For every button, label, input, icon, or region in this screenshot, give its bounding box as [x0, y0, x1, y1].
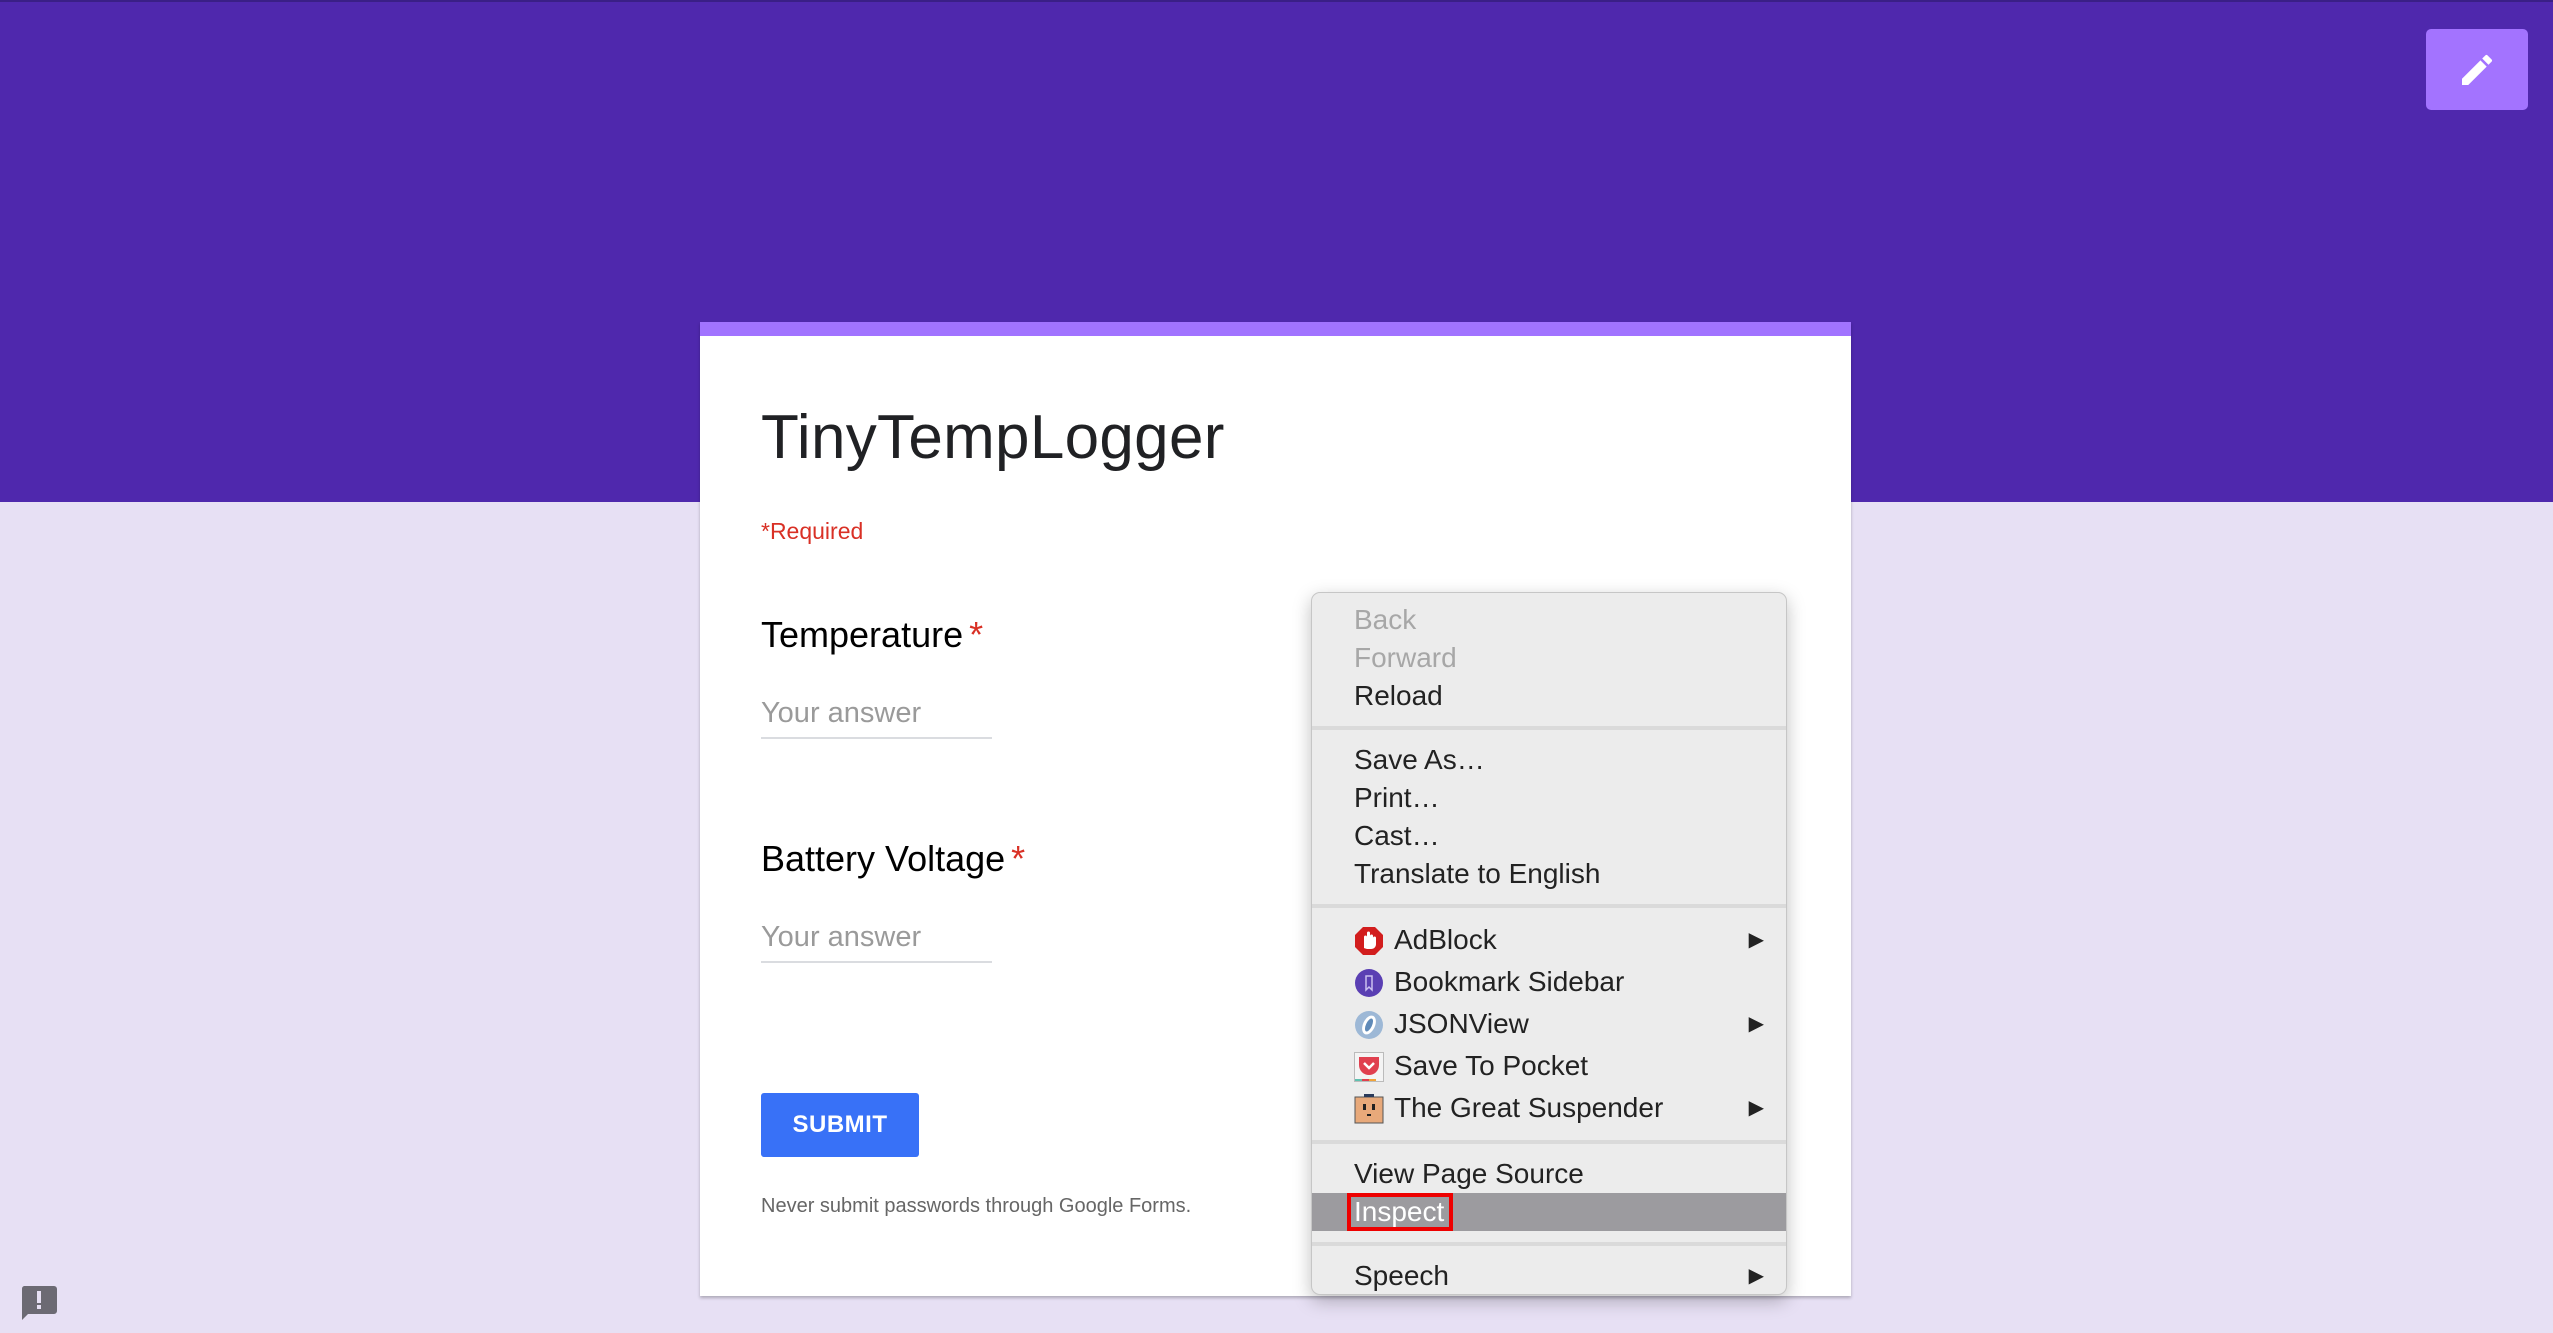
menu-separator	[1312, 726, 1786, 730]
submenu-arrow-icon: ▶	[1748, 1265, 1764, 1287]
context-menu: Back Forward Reload Save As… Print… Cast…	[1311, 592, 1787, 1295]
inspect-highlight-box: Inspect	[1347, 1193, 1454, 1231]
menu-item-cast[interactable]: Cast…	[1312, 817, 1786, 855]
question-label: Temperature	[761, 614, 964, 655]
question-temperature: Temperature *	[761, 614, 992, 739]
jsonview-icon	[1355, 1011, 1383, 1039]
menu-item-jsonview[interactable]: JSONView ▶	[1312, 1003, 1786, 1045]
submenu-arrow-icon: ▶	[1748, 929, 1764, 951]
menu-item-translate[interactable]: Translate to English	[1312, 855, 1786, 893]
menu-item-adblock[interactable]: AdBlock ▶	[1312, 919, 1786, 961]
required-asterisk: *	[1011, 838, 1026, 879]
question-label: Battery Voltage	[761, 838, 1006, 879]
pencil-icon	[2462, 54, 2493, 85]
menu-item-speech[interactable]: Speech ▶	[1312, 1257, 1786, 1295]
menu-item-reload[interactable]: Reload	[1312, 677, 1786, 715]
required-asterisk: *	[969, 614, 984, 655]
required-note: *Required	[761, 518, 864, 544]
password-warning: Never submit passwords through Google Fo…	[761, 1195, 1192, 1217]
bookmark-sidebar-icon	[1355, 969, 1383, 997]
menu-item-inspect[interactable]: Inspect	[1312, 1193, 1786, 1231]
menu-item-view-page-source[interactable]: View Page Source	[1312, 1155, 1786, 1193]
menu-separator	[1312, 1242, 1786, 1246]
edit-form-button[interactable]	[2426, 29, 2528, 110]
battery-voltage-input[interactable]	[761, 913, 992, 963]
form-title: TinyTempLogger	[761, 403, 1225, 472]
submenu-arrow-icon: ▶	[1748, 1097, 1764, 1119]
pocket-icon	[1354, 1052, 1384, 1082]
menu-item-print[interactable]: Print…	[1312, 779, 1786, 817]
menu-separator	[1312, 1140, 1786, 1144]
menu-item-bookmark-sidebar[interactable]: Bookmark Sidebar	[1312, 961, 1786, 1003]
menu-item-forward: Forward	[1354, 642, 1457, 673]
adblock-icon	[1355, 927, 1383, 955]
card-accent-bar	[700, 322, 1851, 336]
question-battery-voltage: Battery Voltage *	[761, 838, 1026, 963]
menu-separator	[1312, 904, 1786, 908]
submenu-arrow-icon: ▶	[1748, 1013, 1764, 1035]
temperature-input[interactable]	[761, 689, 992, 739]
menu-item-back: Back	[1354, 604, 1417, 635]
menu-item-save-to-pocket[interactable]: Save To Pocket	[1312, 1045, 1786, 1087]
report-problem-icon[interactable]	[20, 1284, 58, 1320]
menu-item-great-suspender[interactable]: The Great Suspender ▶	[1312, 1087, 1786, 1129]
menu-item-save-as[interactable]: Save As…	[1312, 741, 1786, 779]
great-suspender-icon	[1354, 1094, 1384, 1124]
submit-button[interactable]: SUBMIT	[761, 1093, 919, 1157]
